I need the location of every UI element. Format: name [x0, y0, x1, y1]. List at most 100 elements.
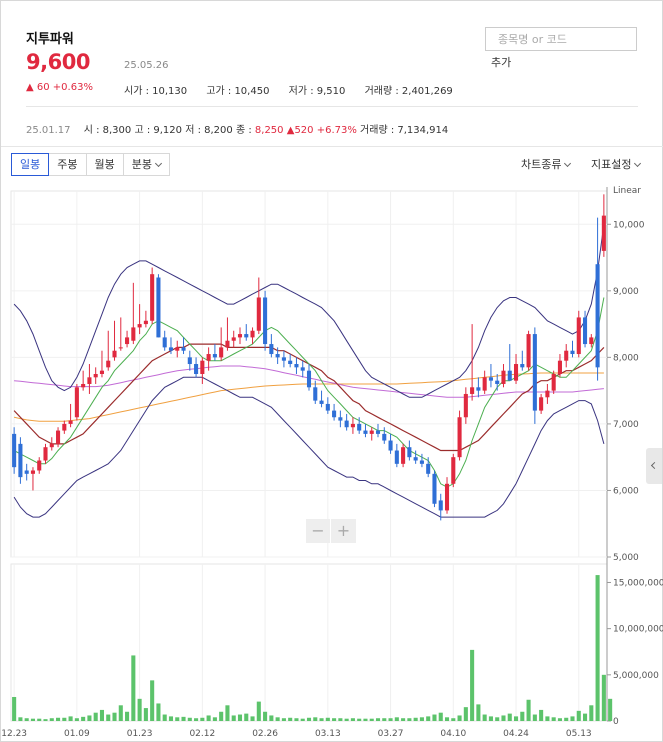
- toolbar-divider: [1, 146, 663, 147]
- hover-open: 시 : 8,300: [83, 125, 132, 136]
- volume-bar: [256, 701, 261, 721]
- candle-body: [168, 347, 174, 351]
- tab-weekly[interactable]: 주봉: [49, 153, 87, 176]
- stock-search-input[interactable]: [485, 27, 637, 51]
- hover-change: ▲520 +6.73%: [287, 125, 357, 136]
- tab-minute[interactable]: 분봉: [123, 153, 170, 176]
- volume-bar: [212, 717, 217, 721]
- volume-bar: [520, 711, 525, 721]
- indicator-settings-dropdown[interactable]: 지표설정: [591, 156, 642, 172]
- volume-bar: [37, 718, 42, 721]
- candle-body: [495, 380, 500, 384]
- volume-tick-label: 15,000,000: [613, 578, 663, 588]
- candle-body: [187, 357, 192, 365]
- y-tick-label: 5,000: [613, 553, 639, 563]
- volume-bar: [539, 709, 544, 721]
- volume-bar: [532, 714, 537, 721]
- candle-body: [137, 324, 142, 328]
- volume-bar: [288, 717, 293, 721]
- candle-body: [382, 433, 387, 441]
- x-tick-label: 04.10: [440, 729, 466, 739]
- candle-body: [263, 297, 268, 345]
- volume-bar: [583, 713, 588, 721]
- candle-body: [438, 500, 443, 511]
- volume-bar: [407, 718, 412, 721]
- volume-bar: [457, 715, 462, 721]
- tab-monthly[interactable]: 월봉: [86, 153, 124, 176]
- candle-body: [306, 370, 312, 388]
- volume-bar: [18, 717, 23, 721]
- volume-bar: [131, 655, 136, 721]
- candle-body: [162, 337, 167, 348]
- candle-body: [513, 364, 519, 381]
- x-tick-label: 03.27: [378, 729, 404, 739]
- zoom-in-button[interactable]: +: [331, 519, 356, 543]
- candle-body: [156, 277, 161, 338]
- candle-body: [175, 347, 180, 351]
- volume-bar: [332, 718, 337, 721]
- candle-body: [557, 360, 562, 374]
- y-tick-label: 7,000: [613, 420, 639, 430]
- candle-body: [570, 350, 575, 355]
- candle-body: [206, 354, 211, 361]
- candle-body: [344, 420, 349, 428]
- candle-body: [294, 364, 299, 368]
- volume-bar: [564, 717, 569, 721]
- volume-bar: [263, 711, 268, 721]
- volume-bar: [501, 715, 506, 721]
- candle-body: [463, 393, 468, 418]
- candle-body: [112, 350, 117, 358]
- side-panel-toggle[interactable]: [646, 448, 662, 484]
- candle-body: [545, 390, 550, 398]
- chevron-left-icon: [650, 461, 659, 470]
- zoom-out-button[interactable]: −: [306, 519, 331, 543]
- quote-summary: 시가 : 10,130 고가 : 10,450 저가 : 9,510 거래량 :…: [124, 82, 469, 97]
- candle-body: [275, 354, 280, 358]
- volume-bar: [269, 715, 274, 721]
- candle-body: [181, 347, 186, 351]
- volume-bar: [12, 696, 17, 721]
- hover-date: 25.01.17: [26, 125, 71, 136]
- volume-bar: [444, 717, 450, 721]
- tab-minute-label: 분봉: [131, 158, 152, 171]
- candle-body: [583, 317, 588, 345]
- volume: 거래량 : 2,401,269: [364, 86, 453, 97]
- candle-body: [432, 473, 437, 504]
- volume-bar: [181, 716, 186, 721]
- scale-label: Linear: [613, 186, 641, 196]
- candle-body: [501, 370, 506, 384]
- candle-body: [539, 397, 544, 411]
- candle-body: [338, 417, 343, 421]
- volume-bar: [426, 716, 431, 721]
- volume-bar: [557, 718, 562, 721]
- volume-bar: [382, 718, 387, 721]
- candle-body: [507, 370, 512, 381]
- candle-body: [564, 350, 569, 361]
- add-button[interactable]: 추가: [491, 54, 511, 70]
- low-price: 저가 : 9,510: [288, 86, 346, 97]
- hover-low: 저 : 8,200: [185, 125, 233, 136]
- period-tabs: 일봉 주봉 월봉 분봉: [11, 153, 170, 176]
- volume-bar: [589, 705, 594, 721]
- volume-bar: [526, 699, 531, 721]
- candle-body: [357, 423, 362, 431]
- volume-bar: [325, 717, 330, 721]
- volume-bar: [388, 718, 393, 721]
- tab-daily[interactable]: 일봉: [11, 153, 50, 176]
- y-tick-label: 6,000: [613, 486, 639, 496]
- volume-bar: [219, 711, 224, 721]
- candle-body: [369, 430, 374, 434]
- volume-bar: [143, 708, 148, 721]
- stock-chart[interactable]: 12.23 01.09 01.23 02.12 02.26 03.13 03.27 04.10…: [1, 177, 663, 742]
- volume-bar: [463, 707, 468, 721]
- candle-body: [56, 430, 61, 444]
- chart-type-dropdown[interactable]: 차트종류: [521, 156, 572, 172]
- volume-bar: [495, 717, 500, 721]
- candle-body: [125, 337, 130, 345]
- candle-body: [407, 447, 412, 458]
- volume-bar: [56, 717, 61, 721]
- bollinger-lower-line: [13, 376, 605, 518]
- volume-bar: [93, 712, 98, 721]
- candle-body: [444, 483, 450, 511]
- volume-tick-label: 5,000,000: [613, 671, 659, 681]
